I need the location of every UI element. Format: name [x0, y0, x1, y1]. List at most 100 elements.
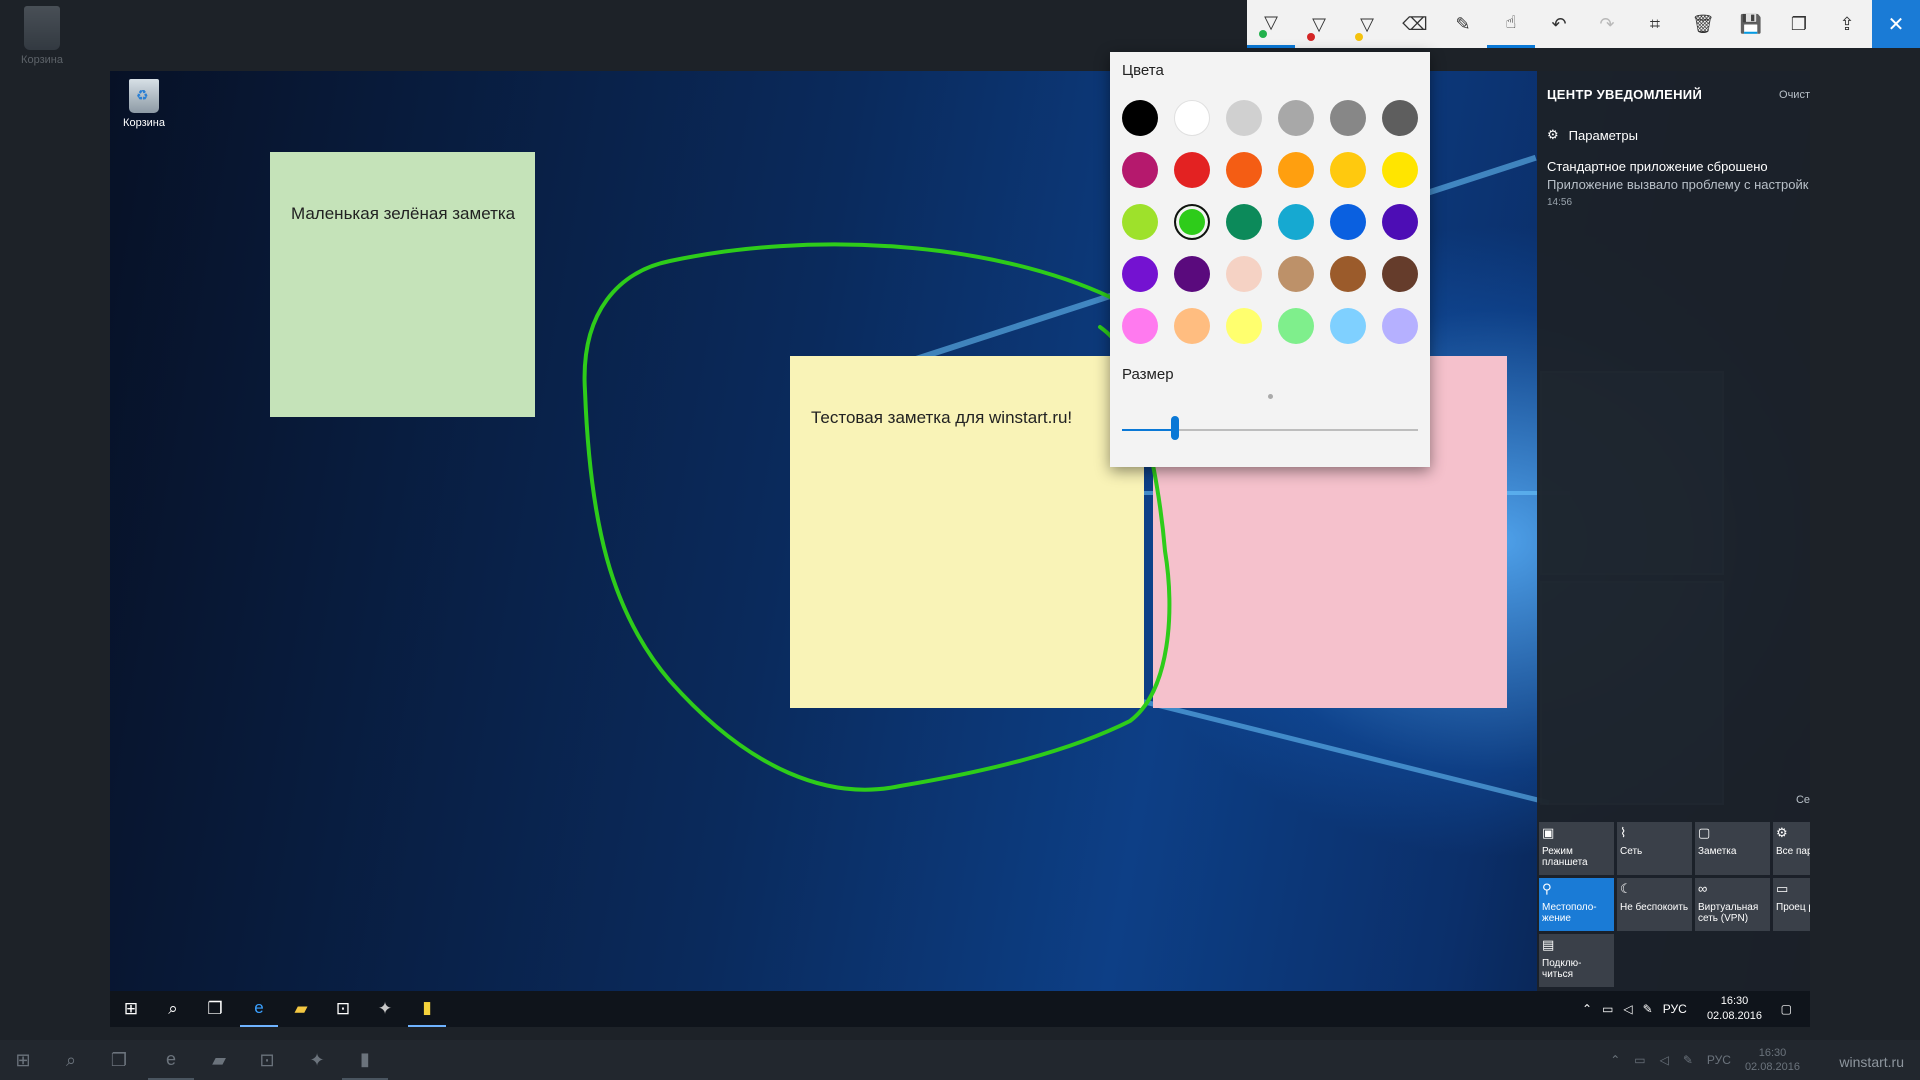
clear-all-link[interactable]: Очист	[1779, 89, 1810, 101]
store-button[interactable]: ⊡	[324, 991, 362, 1027]
outer-clock[interactable]: 16:30 02.08.2016	[1745, 1046, 1800, 1074]
explorer-button[interactable]: ▰	[282, 991, 320, 1027]
outer-sticky-notes-button[interactable]: ▮	[342, 1040, 388, 1080]
close-button[interactable]: ✕	[1872, 0, 1920, 48]
quick-action-tile[interactable]: ⚙ Все парам	[1773, 822, 1810, 875]
share-button[interactable]: ⇪	[1823, 0, 1871, 48]
volume-icon[interactable]: ◁	[1660, 1053, 1669, 1067]
color-swatch[interactable]	[1330, 204, 1366, 240]
highlighter-button[interactable]: ▽	[1343, 0, 1391, 48]
clock[interactable]: 16:30 02.08.2016	[1707, 994, 1762, 1024]
color-swatch[interactable]	[1382, 100, 1418, 136]
delete-button[interactable]: 🗑	[1679, 0, 1727, 48]
size-slider-thumb[interactable]	[1171, 416, 1180, 440]
undo-button[interactable]: ↶	[1535, 0, 1583, 48]
sticky-note-yellow[interactable]: Тестовая заметка для winstart.ru!	[790, 356, 1144, 708]
network-icon[interactable]: ▭	[1602, 1002, 1613, 1016]
quick-action-tile[interactable]: ▣ Режим планшета	[1539, 822, 1614, 875]
color-swatch[interactable]	[1330, 308, 1366, 344]
color-swatch[interactable]	[1226, 152, 1262, 188]
pen-icon[interactable]: ✎	[1643, 1002, 1653, 1016]
outer-start-button[interactable]: ⊞	[0, 1040, 46, 1080]
collapse-link[interactable]: Се	[1796, 794, 1810, 806]
size-title: Размер	[1122, 366, 1174, 383]
outer-recycle-bin[interactable]: Корзина	[12, 6, 72, 66]
inner-recycle-bin[interactable]: Корзина	[118, 79, 170, 129]
outer-language-indicator[interactable]: РУС	[1707, 1053, 1731, 1067]
color-swatch[interactable]	[1174, 204, 1210, 240]
color-swatch[interactable]	[1226, 256, 1262, 292]
chevron-up-icon[interactable]: ⌃	[1610, 1053, 1620, 1067]
save-button[interactable]: 💾	[1727, 0, 1775, 48]
folder-icon: ▰	[212, 1049, 226, 1070]
color-swatch[interactable]	[1278, 100, 1314, 136]
ballpoint-pen-button[interactable]: ▽	[1247, 0, 1295, 48]
notification-title[interactable]: Стандартное приложение сброшено	[1547, 159, 1768, 174]
quick-action-tile[interactable]: ☾ Не беспокоить	[1617, 878, 1692, 931]
color-swatch[interactable]	[1174, 152, 1210, 188]
color-swatch[interactable]	[1382, 204, 1418, 240]
color-swatch[interactable]	[1278, 256, 1314, 292]
ruler-button[interactable]: ✎	[1439, 0, 1487, 48]
touch-writing-button[interactable]: ☝	[1487, 0, 1535, 48]
color-swatch[interactable]	[1174, 308, 1210, 344]
outer-explorer-button[interactable]: ▰	[196, 1040, 242, 1080]
edge-button[interactable]: e	[240, 991, 278, 1027]
quick-action-tile[interactable]: ▤ Подклю-читься	[1539, 934, 1614, 987]
color-swatch[interactable]	[1226, 100, 1262, 136]
search-button[interactable]: ⌕	[154, 991, 192, 1027]
color-swatch[interactable]	[1382, 152, 1418, 188]
color-swatch[interactable]	[1330, 100, 1366, 136]
outer-app-button[interactable]: ✦	[294, 1040, 340, 1080]
network-icon[interactable]: ▭	[1634, 1053, 1645, 1067]
quick-action-tile[interactable]: ⚲ Местополо-жение	[1539, 878, 1614, 931]
chevron-up-icon[interactable]: ⌃	[1582, 1002, 1592, 1016]
color-swatch[interactable]	[1226, 308, 1262, 344]
tile-label: Режим планшета	[1542, 846, 1588, 868]
outer-search-button[interactable]: ⌕	[48, 1040, 94, 1080]
color-swatch[interactable]	[1278, 204, 1314, 240]
pen-icon[interactable]: ✎	[1683, 1053, 1693, 1067]
color-swatch[interactable]	[1122, 100, 1158, 136]
color-swatch[interactable]	[1122, 152, 1158, 188]
color-swatch[interactable]	[1382, 256, 1418, 292]
notifications-button[interactable]: ▢	[1781, 991, 1792, 1027]
sticky-notes-button[interactable]: ▮	[408, 991, 446, 1027]
task-view-button[interactable]: ❐	[196, 991, 234, 1027]
copy-button[interactable]: ❐	[1775, 0, 1823, 48]
outer-store-button[interactable]: ⊡	[244, 1040, 290, 1080]
language-indicator[interactable]: РУС	[1663, 1002, 1687, 1016]
settings-link[interactable]: ⚙ Параметры	[1547, 127, 1638, 143]
color-swatch[interactable]	[1330, 152, 1366, 188]
color-swatch[interactable]	[1122, 256, 1158, 292]
sticky-note-green[interactable]: Маленькая зелёная заметка	[270, 152, 535, 417]
redo-button[interactable]: ↷	[1583, 0, 1631, 48]
quick-action-tile[interactable]: ▭ Проец ровать	[1773, 878, 1810, 931]
outer-edge-button[interactable]: e	[148, 1040, 194, 1080]
quick-action-tile[interactable]: ∞ Виртуальная сеть (VPN)	[1695, 878, 1770, 931]
color-swatch[interactable]	[1122, 308, 1158, 344]
color-swatch[interactable]	[1382, 308, 1418, 344]
eraser-button[interactable]: ⌫	[1391, 0, 1439, 48]
volume-icon[interactable]: ◁	[1623, 1002, 1632, 1016]
task-view-icon: ❐	[207, 999, 223, 1018]
color-swatch[interactable]	[1122, 204, 1158, 240]
size-slider-track[interactable]	[1122, 429, 1418, 431]
quick-action-tile[interactable]: ⌇ Сеть	[1617, 822, 1692, 875]
tile-icon: ⚲	[1542, 881, 1552, 896]
color-swatch[interactable]	[1278, 152, 1314, 188]
outer-task-view-button[interactable]: ❐	[96, 1040, 142, 1080]
crop-button[interactable]: ⌗	[1631, 0, 1679, 48]
start-button[interactable]: ⊞	[112, 991, 150, 1027]
copy-icon: ❐	[1790, 13, 1808, 34]
tile-label: Заметка	[1698, 846, 1737, 857]
color-swatch[interactable]	[1330, 256, 1366, 292]
pencil-button[interactable]: ▽	[1295, 0, 1343, 48]
quick-action-tile[interactable]: ▢ Заметка	[1695, 822, 1770, 875]
tile-icon: ∞	[1698, 881, 1708, 896]
app-button[interactable]: ✦	[366, 991, 404, 1027]
color-swatch[interactable]	[1226, 204, 1262, 240]
color-swatch[interactable]	[1278, 308, 1314, 344]
color-swatch[interactable]	[1174, 256, 1210, 292]
color-swatch[interactable]	[1174, 100, 1210, 136]
